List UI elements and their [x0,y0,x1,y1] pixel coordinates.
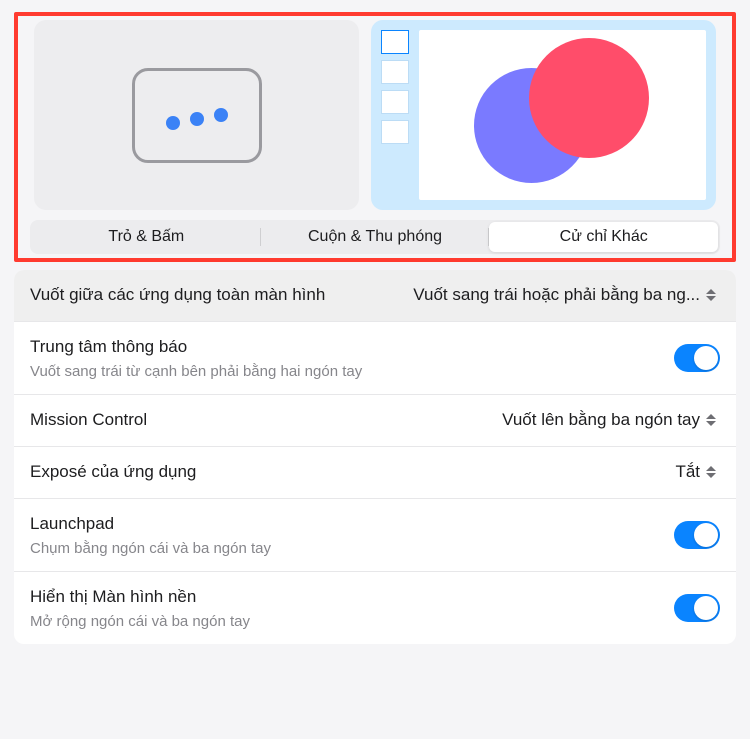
dropdown-value: Tắt [675,462,700,482]
row-title: Vuốt giữa các ứng dụng toàn màn hình [30,284,393,307]
tab-more-gestures[interactable]: Cử chỉ Khác [489,222,718,252]
tab-scroll-zoom[interactable]: Cuộn & Thu phóng [261,222,490,252]
preview-filmstrip [381,30,409,200]
preview-shape-icon [529,38,649,158]
trackpad-icon [132,68,262,163]
row-title: Mission Control [30,409,482,432]
show-desktop-toggle[interactable] [674,594,720,622]
chevron-updown-icon [706,285,720,305]
trackpad-settings-pane: Trỏ & Bấm Cuộn & Thu phóng Cử chỉ Khác V… [0,12,750,644]
chevron-updown-icon [706,410,720,430]
row-subtitle: Chụm bằng ngón cái và ba ngón tay [30,540,654,557]
row-title: Hiển thị Màn hình nền [30,586,654,609]
row-subtitle: Mở rộng ngón cái và ba ngón tay [30,613,654,630]
notification-center-toggle[interactable] [674,344,720,372]
filmstrip-thumb [381,120,409,144]
gesture-preview-video [371,20,716,210]
finger-dot-icon [166,116,180,130]
row-notification-center: Trung tâm thông báo Vuốt sang trái từ cạ… [14,322,736,395]
row-launchpad: Launchpad Chụm bằng ngón cái và ba ngón … [14,499,736,572]
tab-point-click[interactable]: Trỏ & Bấm [32,222,261,252]
dropdown-value: Vuốt sang trái hoặc phải bằng ba ng... [413,285,700,305]
launchpad-toggle[interactable] [674,521,720,549]
app-expose-dropdown[interactable]: Tắt [675,462,720,482]
filmstrip-thumb [381,30,409,54]
dropdown-value: Vuốt lên bằng ba ngón tay [502,410,700,430]
row-subtitle: Vuốt sang trái từ cạnh bên phải bằng hai… [30,363,654,380]
mission-control-dropdown[interactable]: Vuốt lên bằng ba ngón tay [502,410,720,430]
filmstrip-thumb [381,90,409,114]
row-title: Exposé của ứng dụng [30,461,655,484]
row-show-desktop: Hiển thị Màn hình nền Mở rộng ngón cái v… [14,572,736,644]
finger-dot-icon [214,108,228,122]
filmstrip-thumb [381,60,409,84]
settings-list: Vuốt giữa các ứng dụng toàn màn hình Vuố… [14,270,736,644]
preview-main-frame [419,30,706,200]
tab-bar: Trỏ & Bấm Cuộn & Thu phóng Cử chỉ Khác [30,220,720,254]
gesture-preview-trackpad [34,20,359,210]
row-swipe-fullscreen-apps: Vuốt giữa các ứng dụng toàn màn hình Vuố… [14,270,736,322]
swipe-apps-dropdown[interactable]: Vuốt sang trái hoặc phải bằng ba ng... [413,285,720,305]
row-title: Trung tâm thông báo [30,336,654,359]
finger-dot-icon [190,112,204,126]
preview-row [22,20,728,220]
annotation-highlight: Trỏ & Bấm Cuộn & Thu phóng Cử chỉ Khác [14,12,736,262]
chevron-updown-icon [706,462,720,482]
row-app-expose: Exposé của ứng dụng Tắt [14,447,736,499]
row-title: Launchpad [30,513,654,536]
row-mission-control: Mission Control Vuốt lên bằng ba ngón ta… [14,395,736,447]
